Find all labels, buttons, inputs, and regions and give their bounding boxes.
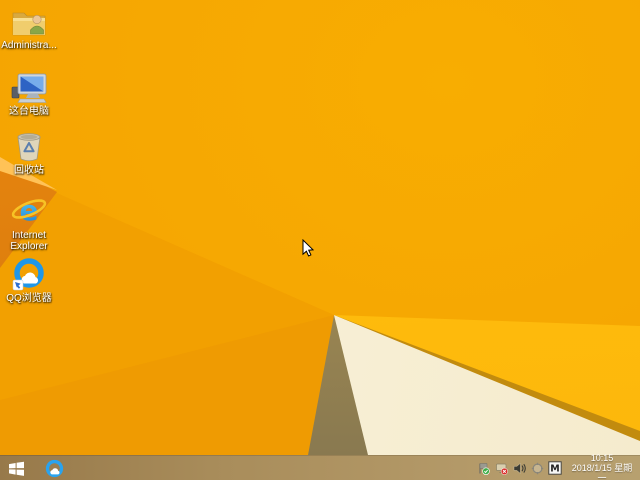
internet-explorer-icon: e <box>10 194 48 228</box>
user-folder-icon <box>10 4 48 38</box>
qq-browser-icon <box>12 257 46 291</box>
ime-mode-letter: M <box>550 464 559 475</box>
recycle-bin-icon <box>14 129 44 163</box>
computer-icon <box>10 70 48 104</box>
network-error-icon[interactable] <box>494 461 508 475</box>
windows-desktop: Administra... 这台电脑 回收站 e Internet Explor… <box>0 0 640 480</box>
qq-browser-icon <box>45 459 63 477</box>
taskbar-qq-browser[interactable] <box>40 456 68 480</box>
desktop-icon-label: 回收站 <box>14 165 44 176</box>
action-center-flag-icon[interactable] <box>476 461 490 475</box>
volume-icon[interactable] <box>512 461 526 475</box>
clock-date: 2018/1/15 星期一 <box>571 463 633 480</box>
desktop-background[interactable] <box>0 0 640 455</box>
desktop-icon-qq-browser[interactable]: QQ浏览器 <box>0 257 58 304</box>
clock-time: 10:15 <box>590 453 614 463</box>
system-tray: M <box>476 461 568 475</box>
desktop-icon-label: QQ浏览器 <box>6 293 52 304</box>
start-button[interactable] <box>0 456 32 480</box>
desktop-icon-label: 这台电脑 <box>9 106 49 117</box>
desktop-icon-this-pc[interactable]: 这台电脑 <box>0 70 58 117</box>
language-indicator-icon[interactable] <box>530 461 544 475</box>
desktop-icon-administrator[interactable]: Administra... <box>0 4 58 51</box>
ime-mode-icon[interactable]: M <box>548 461 562 475</box>
desktop-icon-recycle-bin[interactable]: 回收站 <box>0 129 58 176</box>
desktop-icon-label: Administra... <box>1 40 57 51</box>
desktop-icon-label: Internet Explorer <box>10 230 48 252</box>
taskbar-clock[interactable]: 10:15 2018/1/15 星期一 <box>568 451 640 480</box>
svg-text:e: e <box>20 194 39 227</box>
desktop-icon-internet-explorer[interactable]: e Internet Explorer <box>0 194 58 252</box>
taskbar: M 10:15 2018/1/15 星期一 <box>0 453 640 480</box>
windows-logo-icon <box>8 461 24 476</box>
